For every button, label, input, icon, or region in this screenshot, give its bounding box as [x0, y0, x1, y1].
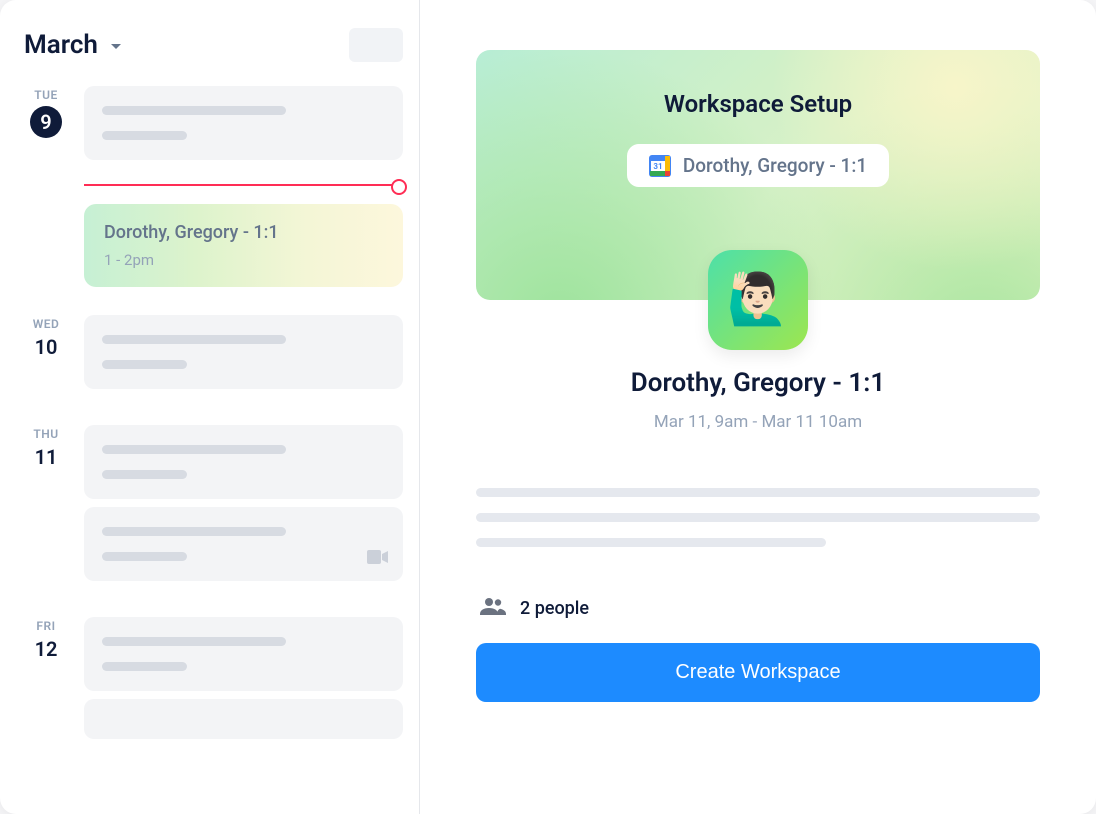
attendees-count: 2 people — [520, 598, 589, 619]
day-number: 9 — [40, 110, 51, 134]
workspace-avatar: 🙋🏻‍♂️ — [708, 250, 808, 350]
event-placeholder[interactable] — [84, 617, 403, 691]
current-time-indicator — [84, 184, 403, 186]
hero-wrap: Workspace Setup 31 Dorothy, Gregory - 1:… — [476, 50, 1040, 300]
workspace-setup-panel: Workspace Setup 31 Dorothy, Gregory - 1:… — [420, 0, 1096, 814]
events-column — [84, 425, 403, 581]
day-group: FRI 12 — [24, 617, 403, 739]
day-group: WED 10 — [24, 315, 403, 389]
month-label: March — [24, 30, 98, 60]
calendar-sidebar: March TUE 9 Dorothy, Gregory - 1:1 — [0, 0, 420, 814]
day-short: TUE — [34, 88, 58, 102]
event-placeholder[interactable] — [84, 86, 403, 160]
day-label[interactable]: THU 11 — [24, 425, 68, 581]
source-event-label: Dorothy, Gregory - 1:1 — [683, 154, 867, 177]
day-label[interactable]: FRI 12 — [24, 617, 68, 739]
svg-text:31: 31 — [653, 162, 662, 171]
day-label[interactable]: TUE 9 — [24, 86, 68, 287]
day-short: FRI — [36, 619, 55, 633]
month-header: March — [24, 28, 403, 62]
event-time: 1 - 2pm — [104, 251, 383, 269]
day-number: 11 — [35, 445, 58, 469]
events-column — [84, 617, 403, 739]
people-icon — [480, 597, 506, 619]
event-placeholder[interactable] — [84, 507, 403, 581]
create-workspace-button[interactable]: Create Workspace — [476, 643, 1040, 702]
attendees-row[interactable]: 2 people — [476, 597, 1040, 619]
chevron-down-icon — [110, 36, 122, 55]
google-calendar-icon: 31 — [649, 155, 671, 177]
video-icon — [367, 549, 389, 569]
events-column: Dorothy, Gregory - 1:1 1 - 2pm — [84, 86, 403, 287]
day-label[interactable]: WED 10 — [24, 315, 68, 389]
app-container: March TUE 9 Dorothy, Gregory - 1:1 — [0, 0, 1096, 814]
day-number: 12 — [35, 637, 58, 661]
event-placeholder[interactable] — [84, 425, 403, 499]
source-event-chip[interactable]: 31 Dorothy, Gregory - 1:1 — [627, 144, 889, 187]
workspace-time-range: Mar 11, 9am - Mar 11 10am — [476, 412, 1040, 432]
day-group: THU 11 — [24, 425, 403, 581]
event-placeholder[interactable] — [84, 699, 403, 739]
month-selector[interactable]: March — [24, 30, 122, 60]
today-button[interactable] — [349, 28, 403, 62]
day-group: TUE 9 Dorothy, Gregory - 1:1 1 - 2pm — [24, 86, 403, 287]
workspace-title: Dorothy, Gregory - 1:1 — [476, 368, 1040, 398]
event-title: Dorothy, Gregory - 1:1 — [104, 222, 383, 243]
hero-title: Workspace Setup — [664, 90, 852, 118]
day-short: WED — [33, 317, 60, 331]
event-placeholder[interactable] — [84, 315, 403, 389]
events-column — [84, 315, 403, 389]
day-short: THU — [33, 427, 58, 441]
description-placeholder — [476, 488, 1040, 547]
event-card-selected[interactable]: Dorothy, Gregory - 1:1 1 - 2pm — [84, 204, 403, 287]
day-number: 10 — [35, 335, 58, 359]
